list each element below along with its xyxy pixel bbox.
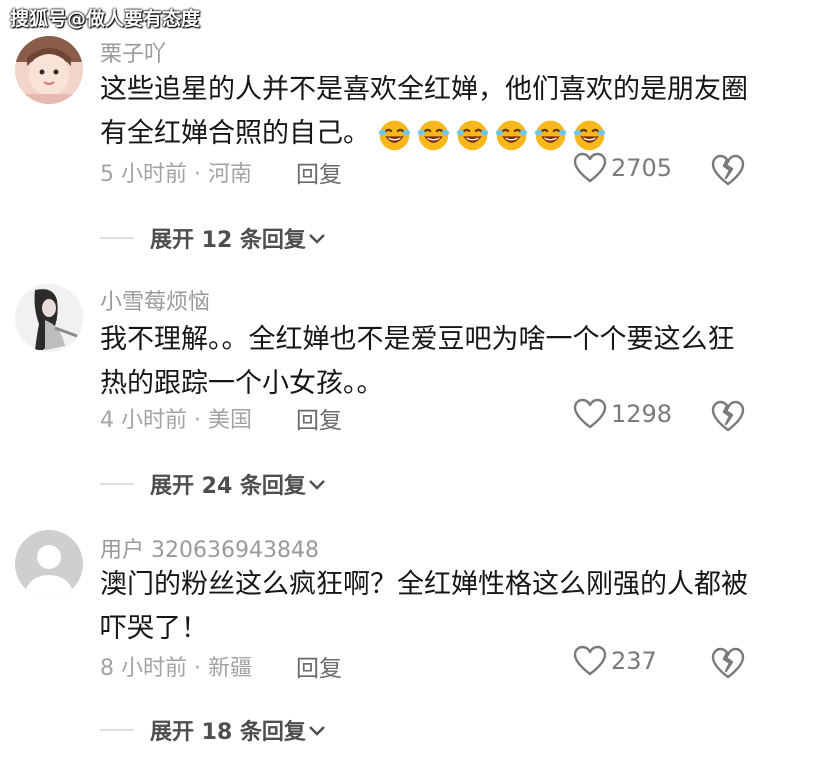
default-avatar-icon — [15, 530, 83, 598]
emoji-group — [376, 116, 608, 153]
reply-button[interactable]: 回复 — [296, 401, 342, 435]
chevron-down-icon — [309, 726, 325, 736]
broken-heart-icon[interactable] — [710, 152, 746, 188]
comment-content: 这些追星的人并不是喜欢全红婵，他们喜欢的是朋友圈有全红婵合照的自己。 — [100, 68, 750, 156]
comment-username[interactable]: 用户 320636943848 — [100, 532, 319, 564]
comment-content: 我不理解。。全红婵也不是爱豆吧为啥一个个要这么狂热的跟踪一个小女孩。。 — [100, 324, 735, 399]
laughing-crying-emoji-icon — [456, 120, 489, 151]
watermark: 搜狐号@做人要有态度 — [10, 8, 201, 30]
like-button[interactable]: 2705 — [573, 152, 672, 184]
divider-line — [100, 729, 134, 731]
avatar[interactable] — [15, 284, 83, 352]
comment-time-location: 8 小时前 · 新疆 — [100, 656, 252, 681]
laughing-crying-emoji-icon — [378, 120, 411, 151]
comment-time-location: 5 小时前 · 河南 — [100, 162, 252, 187]
chevron-down-icon — [309, 234, 325, 244]
expand-replies-button[interactable]: 展开 12 条回复 — [100, 222, 328, 254]
comment-username[interactable]: 小雪莓烦恼 — [100, 284, 210, 316]
laughing-crying-emoji-icon — [534, 120, 567, 151]
reply-button[interactable]: 回复 — [296, 155, 342, 189]
like-button[interactable]: 1298 — [573, 398, 672, 430]
broken-heart-icon[interactable] — [710, 645, 746, 681]
reply-button[interactable]: 回复 — [296, 649, 342, 683]
laughing-crying-emoji-icon — [495, 120, 528, 151]
expand-replies-label: 展开 24 条回复 — [150, 474, 306, 499]
expand-replies-label: 展开 18 条回复 — [150, 720, 306, 745]
divider-line — [100, 483, 134, 485]
like-count: 237 — [611, 647, 657, 675]
like-count: 2705 — [611, 154, 673, 182]
like-count: 1298 — [611, 400, 673, 428]
avatar[interactable] — [15, 36, 83, 104]
divider-line — [100, 237, 134, 239]
heart-icon — [573, 152, 607, 183]
expand-replies-label: 展开 12 条回复 — [150, 228, 306, 253]
laughing-crying-emoji-icon — [573, 120, 606, 151]
comment-time-location: 4 小时前 · 美国 — [100, 408, 252, 433]
heart-icon — [573, 398, 607, 429]
chevron-down-icon — [309, 480, 325, 490]
expand-replies-button[interactable]: 展开 18 条回复 — [100, 714, 328, 746]
expand-replies-button[interactable]: 展开 24 条回复 — [100, 468, 328, 500]
like-button[interactable]: 237 — [573, 645, 657, 677]
broken-heart-icon[interactable] — [710, 398, 746, 434]
avatar[interactable] — [15, 530, 83, 598]
comment-username[interactable]: 栗子吖 — [100, 36, 166, 68]
heart-icon — [573, 645, 607, 676]
laughing-crying-emoji-icon — [417, 120, 450, 151]
comment-content: 澳门的粉丝这么疯狂啊？全红婵性格这么刚强的人都被吓哭了！ — [100, 569, 748, 644]
